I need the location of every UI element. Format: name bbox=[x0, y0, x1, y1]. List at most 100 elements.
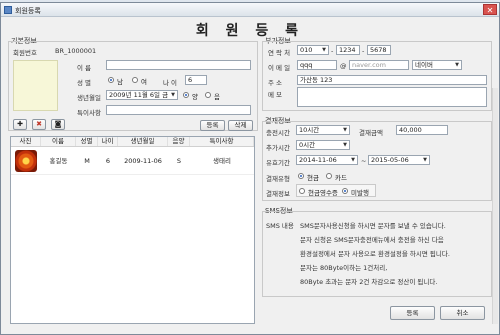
scrollbar[interactable] bbox=[492, 88, 498, 324]
extra-time-select[interactable]: 0시간 ▼ bbox=[296, 140, 350, 150]
info-none-radio[interactable] bbox=[342, 188, 348, 194]
flower-photo bbox=[15, 150, 37, 172]
address-label: 주 소 bbox=[268, 79, 283, 87]
member-no-label: 회원번호 bbox=[13, 49, 37, 57]
gender-female-label: 여 bbox=[141, 78, 147, 86]
col-photo[interactable]: 사진 bbox=[11, 137, 41, 146]
method-card-label: 카드 bbox=[335, 174, 347, 182]
period-end-picker[interactable]: 2015-05-06 ▼ bbox=[368, 155, 430, 165]
sms-line-5: 80Byte 초과는 문자 2건 차감으로 정산이 됩니다. bbox=[300, 278, 438, 286]
email-at: @ bbox=[340, 62, 347, 70]
row-special: 생태리 bbox=[213, 157, 231, 165]
charge-time-label: 충전시간 bbox=[266, 129, 290, 137]
period-label: 유효기간 bbox=[266, 159, 290, 167]
chevron-down-icon: ▼ bbox=[455, 62, 459, 68]
period-tilde: ~ bbox=[361, 157, 367, 165]
phone-last-input[interactable]: 5678 bbox=[367, 45, 391, 55]
birth-label: 생년월일 bbox=[77, 94, 101, 102]
gender-label: 성 별 bbox=[77, 79, 92, 87]
col-name[interactable]: 이름 bbox=[41, 137, 76, 146]
phone-label: 연 락 처 bbox=[268, 49, 291, 57]
camera-icon[interactable]: ◙ bbox=[51, 119, 65, 130]
gender-male-radio[interactable] bbox=[108, 77, 114, 83]
address-input[interactable]: 가산동 123 bbox=[297, 75, 487, 85]
calendar-dropdown-icon[interactable]: ▼ bbox=[169, 91, 177, 99]
memo-label: 메 모 bbox=[268, 91, 283, 99]
method-card-radio[interactable] bbox=[326, 173, 332, 179]
method-cash-label: 현금 bbox=[307, 174, 319, 182]
calendar-solar-radio[interactable] bbox=[183, 92, 189, 98]
row-photo bbox=[11, 147, 41, 174]
delete-row-button[interactable]: 삭제 bbox=[228, 120, 253, 131]
phone-dash-2: - bbox=[362, 47, 365, 55]
email-domain-select[interactable]: 네이버 ▼ bbox=[412, 60, 462, 70]
charge-time-value: 10시간 bbox=[299, 126, 320, 134]
gender-female-radio[interactable] bbox=[132, 77, 138, 83]
extra-time-value: 0시간 bbox=[299, 141, 316, 149]
member-table: 사진 이름 성별 나이 생년월일 음양 특이사항 홍길동 M 6 2009-11… bbox=[10, 136, 255, 324]
title-bar: 회원등록 ✕ bbox=[1, 3, 499, 17]
sms-line-1: SMS문자사용신청을 하시면 문자를 보낼 수 있습니다. bbox=[300, 222, 446, 230]
method-cash-radio[interactable] bbox=[298, 173, 304, 179]
calendar-lunar-radio[interactable] bbox=[205, 92, 211, 98]
method-label: 결재유형 bbox=[266, 175, 290, 183]
name-input[interactable] bbox=[106, 60, 251, 70]
email-domain-select-value: 네이버 bbox=[415, 61, 433, 69]
phone-prefix-select[interactable]: 010 ▼ bbox=[297, 45, 329, 55]
birth-date-picker[interactable]: 2009년 11월 6일 금 ▼ bbox=[106, 90, 178, 100]
row-calendar: S bbox=[176, 157, 182, 165]
phone-dash-1: - bbox=[331, 47, 334, 55]
page-title: 회 원 등 록 bbox=[195, 23, 305, 39]
memo-textarea[interactable] bbox=[297, 87, 487, 107]
info-receipt-radio[interactable] bbox=[299, 188, 305, 194]
cancel-button[interactable]: 취소 bbox=[440, 306, 485, 320]
table-header: 사진 이름 성별 나이 생년월일 음양 특이사항 bbox=[11, 137, 254, 147]
email-id-input[interactable]: qqq bbox=[297, 60, 337, 70]
window-title: 회원등록 bbox=[15, 7, 41, 15]
info-none-label: 미발행 bbox=[351, 189, 369, 197]
gender-male-label: 남 bbox=[117, 78, 123, 86]
info-label: 결재정보 bbox=[266, 190, 290, 198]
col-gender[interactable]: 성별 bbox=[76, 137, 98, 146]
close-icon[interactable]: ✕ bbox=[483, 4, 497, 15]
phone-mid-input[interactable]: 1234 bbox=[336, 45, 360, 55]
special-input[interactable] bbox=[106, 105, 251, 115]
birth-date-value: 2009년 11월 6일 금 bbox=[109, 91, 169, 99]
row-name: 홍길동 bbox=[49, 157, 68, 165]
col-birth[interactable]: 생년월일 bbox=[118, 137, 168, 146]
calendar-solar-label: 양 bbox=[192, 93, 198, 101]
remove-icon[interactable]: ✖ bbox=[32, 119, 46, 130]
age-label: 나 이 bbox=[163, 79, 178, 87]
sms-line-2: 문자 신청은 SMS문자충전메뉴에서 충전을 하신 다음 bbox=[300, 236, 444, 244]
row-age: 6 bbox=[105, 157, 111, 165]
calendar-dropdown-icon[interactable]: ▼ bbox=[349, 156, 357, 164]
age-input[interactable]: 6 bbox=[185, 75, 207, 85]
register-row-button[interactable]: 등록 bbox=[200, 120, 225, 131]
sms-label: SMS 내용 bbox=[266, 222, 294, 230]
special-label: 특이사항 bbox=[77, 109, 101, 117]
calendar-dropdown-icon[interactable]: ▼ bbox=[421, 156, 429, 164]
row-birth: 2009-11-06 bbox=[124, 157, 162, 165]
col-calendar[interactable]: 음양 bbox=[168, 137, 190, 146]
app-icon bbox=[4, 6, 12, 14]
period-start-picker[interactable]: 2014-11-06 ▼ bbox=[296, 155, 358, 165]
phone-prefix-value: 010 bbox=[300, 46, 313, 54]
name-label: 이 름 bbox=[77, 64, 92, 72]
col-special[interactable]: 특이사항 bbox=[190, 137, 254, 146]
email-label: 이 메 일 bbox=[268, 64, 291, 72]
amount-input[interactable]: 40,000 bbox=[396, 125, 448, 135]
sms-line-4: 문자는 80Byte이하는 1건처리, bbox=[300, 264, 388, 272]
info-receipt-label: 현금영수증 bbox=[308, 189, 338, 197]
email-domain-input[interactable]: naver.com bbox=[349, 60, 409, 70]
period-start-value: 2014-11-06 bbox=[299, 156, 337, 164]
photo-area[interactable] bbox=[13, 60, 58, 111]
register-button[interactable]: 등록 bbox=[390, 306, 435, 320]
member-no-value: BR_1000001 bbox=[55, 47, 97, 55]
add-icon[interactable]: ✚ bbox=[13, 119, 27, 130]
col-age[interactable]: 나이 bbox=[98, 137, 118, 146]
sms-line-3: 환경설정에서 문자 사용으로 환경설정을 하시면 됩니다. bbox=[300, 250, 450, 258]
amount-label: 결재금액 bbox=[359, 129, 383, 137]
extra-time-label: 추가시간 bbox=[266, 144, 290, 152]
charge-time-select[interactable]: 10시간 ▼ bbox=[296, 125, 350, 135]
table-row[interactable]: 홍길동 M 6 2009-11-06 S 생태리 bbox=[11, 147, 254, 175]
